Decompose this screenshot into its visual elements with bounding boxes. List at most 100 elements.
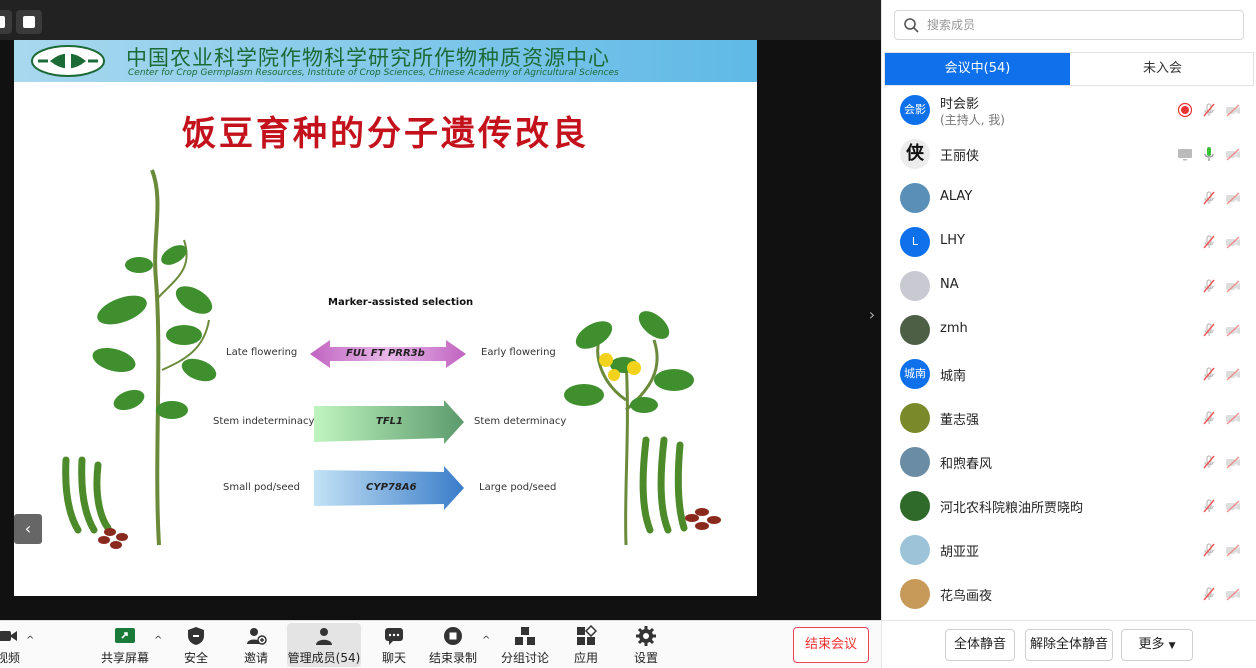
mic-muted-icon[interactable] (1201, 454, 1217, 470)
member-row[interactable]: 董志强 (882, 396, 1256, 440)
member-row[interactable]: 侠王丽侠 (882, 132, 1256, 176)
video-button[interactable]: 视频 (0, 625, 22, 666)
mic-muted-icon[interactable] (1201, 410, 1217, 426)
member-row[interactable]: ALAY (882, 176, 1256, 220)
mic-muted-icon[interactable] (1201, 234, 1217, 250)
mic-muted-icon[interactable] (1201, 366, 1217, 382)
camera-off-icon[interactable] (1225, 102, 1241, 118)
member-name: 时会影 (940, 97, 980, 112)
apps-label: 应用 (573, 651, 598, 665)
recording-icon[interactable] (1177, 102, 1193, 118)
member-name: 和煦春风 (940, 457, 993, 472)
breakout-rooms-icon (515, 627, 535, 645)
slide-header-en: Center for Crop Germplasm Resources, Ins… (128, 68, 619, 78)
settings-label: 设置 (633, 651, 658, 665)
tab-not-joined[interactable]: 未入会 (1070, 53, 1255, 85)
unmute-all-button[interactable]: 解除全体静音 (1025, 629, 1113, 661)
video-label: 视频 (0, 651, 20, 665)
camera-off-icon[interactable] (1225, 234, 1241, 250)
stop-recording-label: 结束录制 (428, 651, 477, 665)
screen-share-icon[interactable] (1177, 146, 1193, 162)
search-input[interactable] (927, 16, 1237, 34)
member-name: LHY (940, 233, 965, 248)
member-row[interactable]: 会影 时会影 (主持人, 我) (882, 88, 1256, 132)
avatar (900, 315, 930, 345)
meeting-toolbar: 视频 ^ 共享屏幕 ^ 安全 邀请 管理成员(54) 聊天 结束录制 ^ 分组讨… (0, 620, 881, 668)
camera-off-icon[interactable] (1225, 322, 1241, 338)
trait-right-2: Stem determinacy (474, 416, 567, 427)
record-options-caret-icon[interactable]: ^ (482, 635, 490, 646)
member-row[interactable]: zmh (882, 308, 1256, 352)
share-screen-label: 共享屏幕 (100, 651, 149, 665)
member-row[interactable]: L LHY (882, 220, 1256, 264)
shared-screen-area: 中国农业科学院作物科学研究所作物种质资源中心 Center for Crop G… (0, 0, 881, 620)
camera-off-icon[interactable] (1225, 190, 1241, 206)
camera-off-icon[interactable] (1225, 542, 1241, 558)
camera-off-icon[interactable] (1225, 498, 1241, 514)
end-meeting-button[interactable]: 结束会议 (793, 627, 869, 663)
camera-off-icon[interactable] (1225, 278, 1241, 294)
member-row[interactable]: 河北农科院粮油所贾晓昀 (882, 484, 1256, 528)
member-name: 胡亚亚 (940, 545, 980, 560)
mic-muted-icon[interactable] (1201, 586, 1217, 602)
member-name: ALAY (940, 189, 973, 204)
share-screen-button[interactable]: 共享屏幕 (100, 625, 150, 666)
member-row[interactable]: 胡亚亚 (882, 528, 1256, 572)
previous-page-button[interactable]: ‹ (14, 514, 42, 544)
more-button[interactable]: 更多 ▼ (1121, 629, 1193, 661)
breakout-rooms-button[interactable]: 分组讨论 (500, 625, 550, 666)
camera-off-icon[interactable] (1225, 454, 1241, 470)
avatar (900, 579, 930, 609)
avatar: 侠 (900, 139, 930, 169)
tab-in-meeting[interactable]: 会议中(54) (885, 53, 1070, 85)
avatar (900, 447, 930, 477)
avatar: L (900, 227, 930, 257)
share-screen-icon (115, 628, 135, 643)
gear-icon (636, 626, 656, 646)
member-row[interactable]: 和煦春风 (882, 440, 1256, 484)
slide-title: 饭豆育种的分子遗传改良 (182, 114, 589, 154)
security-button[interactable]: 安全 (180, 625, 212, 666)
chat-button[interactable]: 聊天 (378, 625, 410, 666)
share-options-caret-icon[interactable]: ^ (154, 635, 162, 646)
member-row[interactable]: 城南 城南 (882, 352, 1256, 396)
manage-members-label: 管理成员(54) (287, 651, 361, 665)
stop-recording-button[interactable]: 结束录制 (428, 625, 478, 666)
mic-muted-icon[interactable] (1201, 190, 1217, 206)
invite-button[interactable]: 邀请 (240, 625, 272, 666)
mute-all-button[interactable]: 全体静音 (945, 629, 1015, 661)
member-search-box[interactable] (894, 10, 1244, 40)
apps-button[interactable]: 应用 (570, 625, 602, 666)
mic-muted-icon[interactable] (1201, 102, 1217, 118)
search-icon (904, 18, 919, 33)
mic-muted-icon[interactable] (1201, 498, 1217, 514)
member-row[interactable]: NA (882, 264, 1256, 308)
camera-off-icon[interactable] (1225, 410, 1241, 426)
camera-off-icon[interactable] (1225, 146, 1241, 162)
mic-on-icon[interactable] (1201, 146, 1217, 162)
avatar (900, 535, 930, 565)
mic-muted-icon[interactable] (1201, 322, 1217, 338)
trait-left-3: Small pod/seed (223, 482, 300, 493)
participant-tabs: 会议中(54) 未入会 (884, 52, 1254, 86)
camera-off-icon[interactable] (1225, 366, 1241, 382)
manage-members-button[interactable]: 管理成员(54) (287, 623, 361, 667)
avatar: 城南 (900, 359, 930, 389)
view-mode-button[interactable] (16, 10, 42, 34)
camera-off-icon[interactable] (1225, 586, 1241, 602)
mic-muted-icon[interactable] (1201, 278, 1217, 294)
member-name: 王丽侠 (940, 149, 980, 164)
exit-fullscreen-button[interactable] (0, 10, 12, 34)
institute-logo-icon (31, 45, 105, 77)
expand-panel-chevron-icon[interactable]: › (865, 305, 879, 333)
genes-pod-size: CYP78A6 (366, 482, 417, 493)
trait-right-3: Large pod/seed (479, 482, 557, 493)
add-user-icon (247, 628, 267, 645)
settings-button[interactable]: 设置 (630, 625, 662, 666)
mic-muted-icon[interactable] (1201, 542, 1217, 558)
breakout-rooms-label: 分组讨论 (500, 651, 549, 665)
member-row[interactable]: 花鸟画夜 (882, 572, 1256, 616)
presentation-slide: 中国农业科学院作物科学研究所作物种质资源中心 Center for Crop G… (14, 40, 757, 596)
video-options-caret-icon[interactable]: ^ (26, 635, 34, 646)
chat-label: 聊天 (381, 651, 406, 665)
